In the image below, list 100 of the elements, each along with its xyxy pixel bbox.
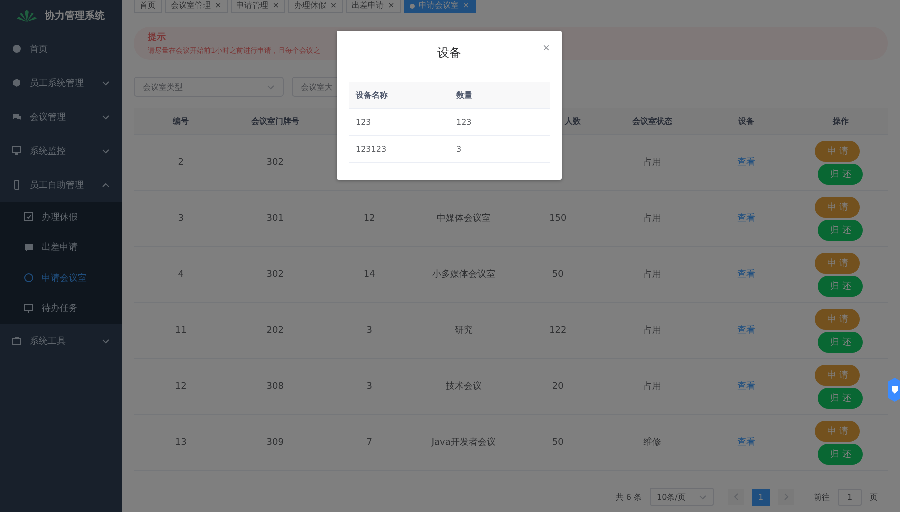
submenu-item[interactable]: 待办任务 xyxy=(0,294,122,324)
table-cell: 研究 xyxy=(454,326,473,336)
menu-item[interactable]: 员工系统管理 xyxy=(0,66,122,100)
apply-button[interactable]: 申 请 xyxy=(815,308,860,330)
return-button[interactable]: 归 还 xyxy=(818,276,864,296)
chevron-icon xyxy=(102,114,110,120)
table-cell: 7 xyxy=(366,438,372,448)
menu-icon xyxy=(12,78,22,88)
table-cell-text: 123 xyxy=(355,118,372,126)
tab[interactable]: 办理休假 × xyxy=(288,0,344,13)
column-header: 人数 xyxy=(565,116,582,126)
view-link[interactable]: 查看 xyxy=(738,382,756,392)
return-button[interactable]: 归 还 xyxy=(818,332,864,352)
menu-icon xyxy=(12,180,22,190)
chevron-icon xyxy=(102,182,110,188)
chevron-icon xyxy=(267,84,275,90)
table-cell: 309 xyxy=(266,438,284,448)
tab[interactable]: 出差申请 × xyxy=(346,0,401,13)
menu-icon xyxy=(24,242,34,253)
column-header: 编号 xyxy=(173,116,190,126)
apply-button[interactable]: 申 请 xyxy=(815,196,860,218)
table-cell: 4 xyxy=(178,270,184,280)
return-button[interactable]: 归 还 xyxy=(818,220,864,240)
menu-icon xyxy=(12,336,22,346)
table-cell: 维修 xyxy=(643,438,662,448)
table-cell: 308 xyxy=(266,382,284,392)
menu-item[interactable]: 系统工具 xyxy=(0,324,122,358)
table-cell: 302 xyxy=(266,270,284,280)
table-cell: 占用 xyxy=(643,158,662,168)
table-cell: 50 xyxy=(552,438,564,448)
next-page-button[interactable] xyxy=(778,489,794,505)
app-title: 协力管理系统 xyxy=(45,10,105,23)
menu-icon xyxy=(24,273,34,284)
menu-icon xyxy=(12,44,22,54)
page-size-select[interactable]: 10条/页 xyxy=(650,488,714,506)
tab[interactable]: 会议室管理 × xyxy=(165,0,228,13)
table-cell: 11 xyxy=(175,326,187,336)
table-cell: 3 xyxy=(366,326,372,336)
column-header: 设备名称 xyxy=(354,90,389,100)
table-cell: 占用 xyxy=(643,326,662,336)
table-cell: 占用 xyxy=(643,270,662,280)
menu-item[interactable]: 员工自助管理 xyxy=(0,168,122,202)
tab[interactable]: 申请管理 × xyxy=(230,0,286,13)
apply-button[interactable]: 申 请 xyxy=(815,140,860,162)
table-cell: 20 xyxy=(552,382,564,392)
table-cell-text: 123 xyxy=(456,118,473,126)
menu-icon xyxy=(12,146,22,156)
tab[interactable]: 首页 xyxy=(134,0,162,13)
return-button[interactable]: 归 还 xyxy=(818,444,864,464)
table-cell: 301 xyxy=(266,214,284,224)
table-cell: 占用 xyxy=(643,214,662,224)
chevron-icon xyxy=(102,338,110,344)
chevron-icon xyxy=(699,494,707,500)
view-link[interactable]: 查看 xyxy=(738,326,756,336)
chevron-icon xyxy=(102,148,110,154)
column-header: 会议室门牌号 xyxy=(251,116,300,126)
leaf-logo-icon xyxy=(17,10,37,22)
alert-title: 提示 xyxy=(148,32,167,44)
table-cell: 小多媒体会议室 xyxy=(432,270,496,280)
chevron-left-icon xyxy=(734,493,738,501)
menu-item[interactable]: 会议管理 xyxy=(0,100,122,134)
select-field[interactable]: 会议室类型 xyxy=(134,77,284,97)
table-cell: 50 xyxy=(552,270,564,280)
menu-item[interactable]: 首页 xyxy=(0,32,122,66)
apply-button[interactable]: 申 请 xyxy=(815,420,860,442)
view-link[interactable]: 查看 xyxy=(738,214,756,224)
total-count: 共 6 条 xyxy=(616,492,642,502)
column-header: 操作 xyxy=(832,116,849,126)
table-cell: 中媒体会议室 xyxy=(436,214,491,224)
menu-icon xyxy=(24,212,34,222)
table-cell: 12 xyxy=(175,382,187,392)
chevron-right-icon xyxy=(784,493,788,501)
prev-page-button[interactable] xyxy=(728,489,744,505)
menu-item[interactable]: 系统监控 xyxy=(0,134,122,168)
table-cell: 302 xyxy=(266,158,284,168)
page-input[interactable]: 1 xyxy=(838,488,862,506)
table-cell-text: 123123 xyxy=(355,144,388,154)
view-link[interactable]: 查看 xyxy=(738,158,756,168)
submenu-item[interactable]: 申请会议室 xyxy=(0,263,122,294)
page-button[interactable]: 1 xyxy=(752,488,770,506)
table-cell: 3 xyxy=(178,214,184,224)
shield-icon[interactable] xyxy=(888,378,900,402)
view-link[interactable]: 查看 xyxy=(738,438,756,448)
column-header: 设备 xyxy=(738,116,755,126)
tab[interactable]: 申请会议室 × xyxy=(404,0,476,13)
view-link[interactable]: 查看 xyxy=(738,270,756,280)
menu-icon xyxy=(12,112,22,122)
apply-button[interactable]: 申 请 xyxy=(815,364,860,386)
submenu-item[interactable]: 办理休假 xyxy=(0,202,122,232)
table-cell: 2 xyxy=(178,158,184,168)
submenu-item[interactable]: 出差申请 xyxy=(0,232,122,263)
table-cell: 12 xyxy=(364,214,376,224)
return-button[interactable]: 归 还 xyxy=(818,388,864,408)
table-cell: Java开发者会议 xyxy=(432,438,496,448)
close-button[interactable]: × xyxy=(542,41,550,55)
apply-button[interactable]: 申 请 xyxy=(815,252,860,274)
table-cell-text: 3 xyxy=(456,144,463,154)
return-button[interactable]: 归 还 xyxy=(818,164,864,184)
table-cell: 150 xyxy=(550,214,567,224)
table-cell: 占用 xyxy=(643,382,662,392)
